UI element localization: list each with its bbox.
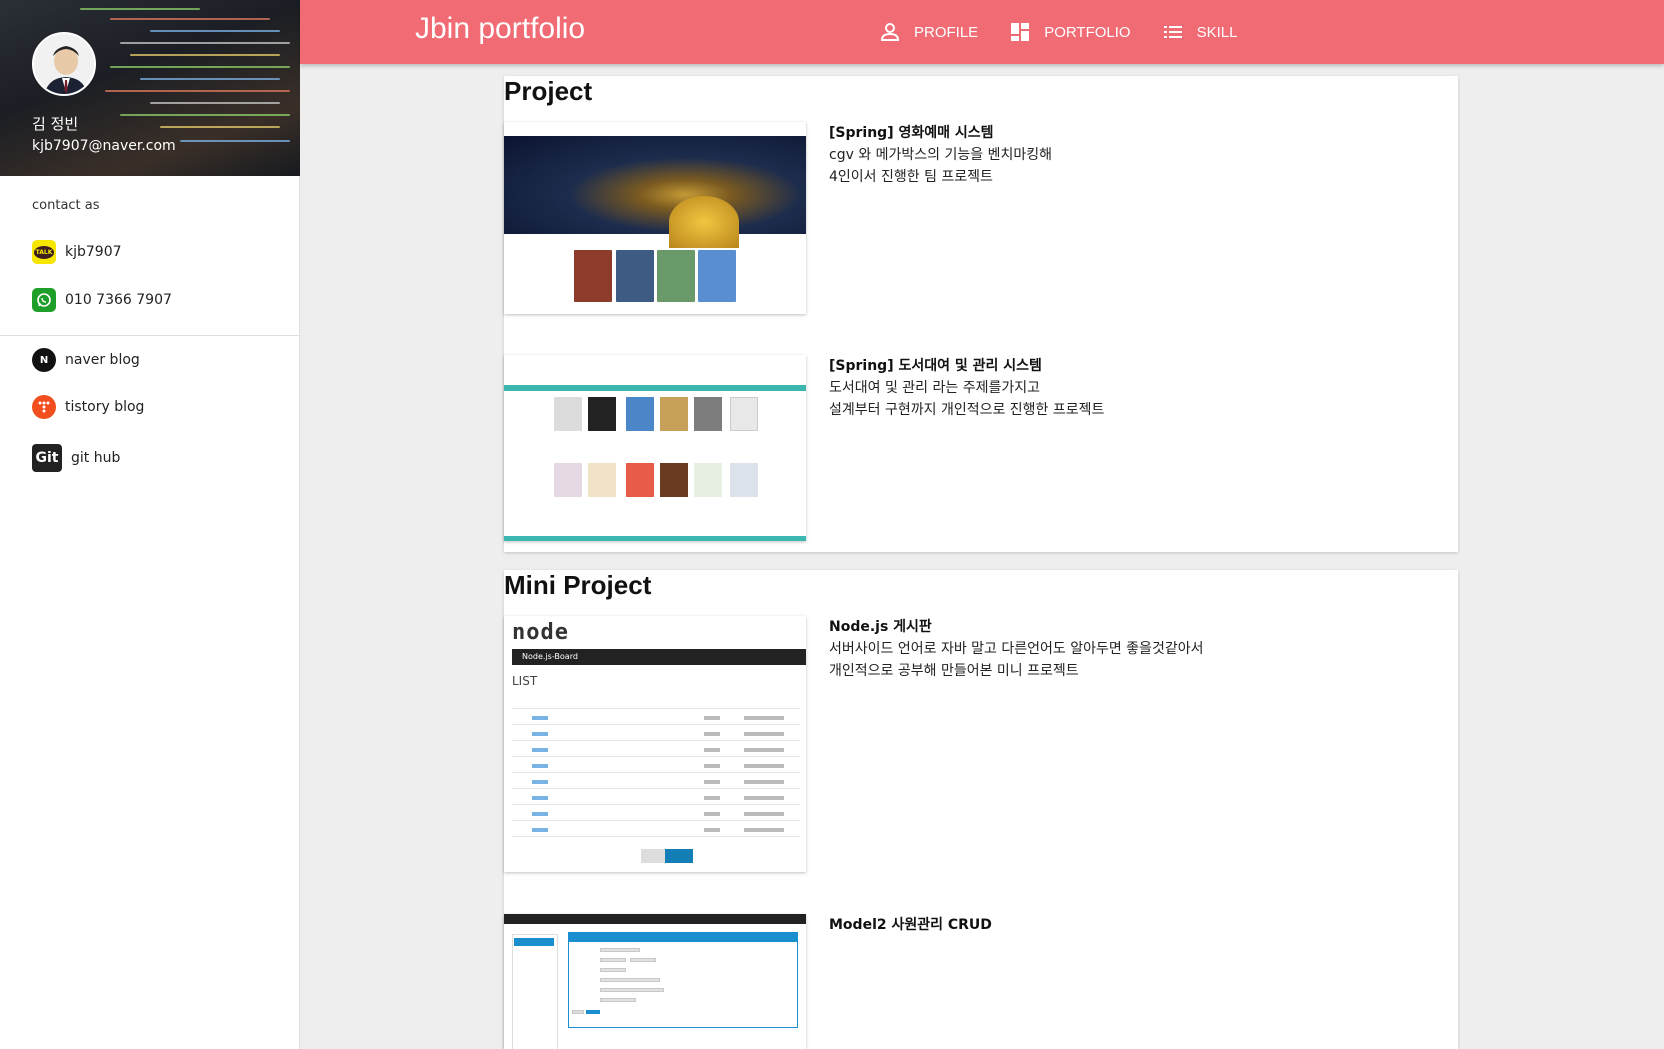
- naver-icon: N: [32, 348, 56, 372]
- nodejs-logo: node: [512, 620, 569, 645]
- nav-label: SKILL: [1196, 23, 1238, 41]
- mini-project-section: Mini Project node Node.js-Board LIST Nod…: [504, 570, 1458, 1049]
- project-desc: 개인적으로 공부해 만들어본 미니 프로젝트: [829, 663, 1079, 679]
- app-bar: Jbin portfolio PROFILE PORTFOLIO SKILL: [300, 0, 1664, 64]
- nodejs-board-screenshot[interactable]: node Node.js-Board LIST: [504, 616, 806, 872]
- list-heading: LIST: [512, 674, 538, 688]
- section-title: Project: [504, 76, 593, 106]
- project-item[interactable]: [Spring] 도서대여 및 관리 시스템 도서대여 및 관리 라는 주제를가…: [504, 355, 1458, 541]
- contact-whatsapp[interactable]: 010 7366 7907: [32, 286, 172, 314]
- nav-label: PROFILE: [914, 23, 979, 41]
- tistory-icon: [32, 395, 56, 419]
- nav-label: PORTFOLIO: [1044, 23, 1131, 41]
- person-icon: [880, 23, 900, 41]
- staff-crud-screenshot[interactable]: [504, 914, 806, 1049]
- link-github[interactable]: Git git hub: [32, 444, 120, 472]
- profile-email[interactable]: kjb7907@naver.com: [32, 138, 176, 154]
- contact-title: contact as: [32, 198, 100, 213]
- link-label: naver blog: [65, 352, 140, 368]
- movie-booking-screenshot[interactable]: [504, 122, 806, 314]
- project-desc: cgv 와 메가박스의 기능을 벤치마킹해: [829, 147, 1052, 163]
- link-label: tistory blog: [65, 399, 145, 415]
- link-label: git hub: [71, 450, 121, 466]
- project-section: Project [Spring] 영화예매 시스템 cgv 와 메가박스의 기능…: [504, 76, 1458, 552]
- link-naver-blog[interactable]: N naver blog: [32, 346, 140, 374]
- project-title: [Spring] 도서대여 및 관리 시스템: [829, 358, 1042, 374]
- project-title: [Spring] 영화예매 시스템: [829, 125, 994, 141]
- nav-skill[interactable]: SKILL: [1163, 22, 1238, 42]
- app-title[interactable]: Jbin portfolio: [415, 12, 585, 46]
- link-tistory-blog[interactable]: tistory blog: [32, 393, 144, 421]
- nav-portfolio[interactable]: PORTFOLIO: [1010, 22, 1131, 42]
- project-desc: 4인이서 진행한 팀 프로젝트: [829, 169, 993, 185]
- project-desc: 도서대여 및 관리 라는 주제를가지고: [829, 380, 1040, 396]
- top-nav: PROFILE PORTFOLIO SKILL: [880, 0, 1269, 64]
- library-system-screenshot[interactable]: [504, 355, 806, 541]
- sidebar-divider: [0, 335, 300, 336]
- project-item[interactable]: node Node.js-Board LIST Node.js 게시판 서버사이…: [504, 616, 1458, 872]
- avatar: [32, 32, 96, 96]
- contact-label: kjb7907: [65, 244, 122, 260]
- sidebar: 김 정빈 kjb7907@naver.com contact as TALK k…: [0, 0, 300, 1049]
- nav-profile[interactable]: PROFILE: [880, 22, 978, 42]
- github-icon: Git: [32, 444, 62, 472]
- profile-name: 김 정빈: [32, 115, 79, 133]
- whatsapp-icon: [32, 288, 56, 312]
- project-item[interactable]: Model2 사원관리 CRUD: [504, 914, 1458, 1049]
- project-desc: 서버사이드 언어로 자바 말고 다른언어도 알아두면 좋을것같아서: [829, 641, 1204, 657]
- profile-header: 김 정빈 kjb7907@naver.com: [0, 0, 300, 176]
- project-desc: 설계부터 구현까지 개인적으로 진행한 프로젝트: [829, 402, 1105, 418]
- project-item[interactable]: [Spring] 영화예매 시스템 cgv 와 메가박스의 기능을 벤치마킹해 …: [504, 122, 1458, 314]
- dashboard-icon: [1011, 23, 1030, 41]
- kakaotalk-icon: TALK: [32, 240, 56, 264]
- nodejs-board-bar: Node.js-Board: [512, 649, 806, 665]
- list-icon: [1163, 26, 1182, 38]
- project-title: Node.js 게시판: [829, 619, 932, 635]
- section-title: Mini Project: [504, 570, 652, 600]
- contact-kakaotalk[interactable]: TALK kjb7907: [32, 238, 122, 266]
- contact-label: 010 7366 7907: [65, 292, 172, 308]
- project-title: Model2 사원관리 CRUD: [829, 917, 992, 933]
